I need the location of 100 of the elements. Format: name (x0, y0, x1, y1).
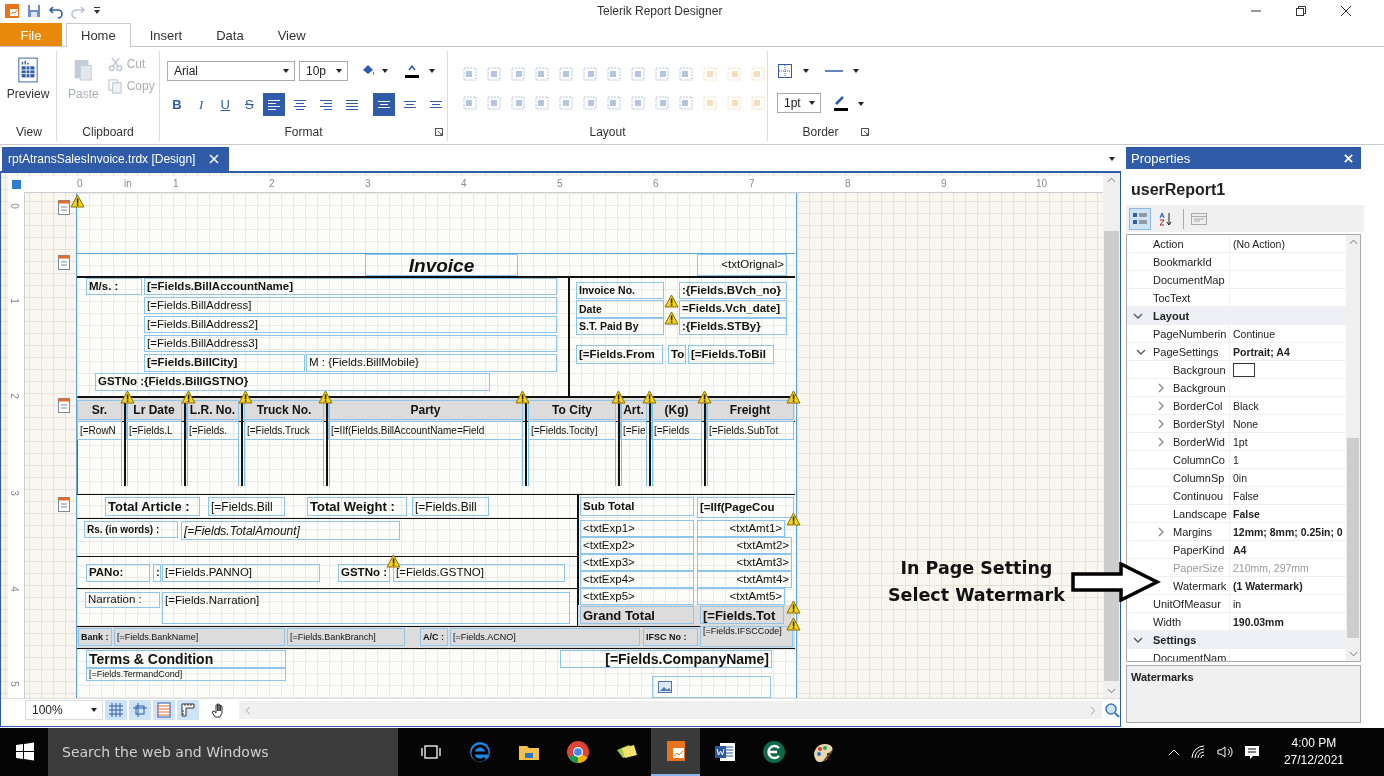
report-field[interactable]: S.T. Paid By (576, 318, 664, 335)
report-field[interactable]: Grand Total (580, 606, 694, 624)
report-field[interactable]: <txtAmt5> (697, 588, 785, 605)
report-field[interactable]: <txtOrignal> (697, 254, 787, 276)
property-value[interactable]: (No Action) (1230, 237, 1285, 250)
dialog-launcher-icon[interactable] (435, 128, 443, 136)
bands-toggle[interactable] (153, 700, 175, 720)
band-icon[interactable] (58, 398, 70, 413)
warning-icon[interactable] (786, 512, 801, 526)
font-color-icon[interactable] (402, 62, 438, 80)
detail-field[interactable]: [=Fields.SubTot (706, 421, 794, 440)
detail-field[interactable]: [=Fields. (186, 421, 239, 440)
report-field[interactable]: [=Fields.Narration] (162, 592, 570, 624)
align-top-button[interactable] (373, 93, 396, 116)
warning-icon[interactable] (318, 390, 333, 404)
property-value[interactable]: Portrait; A4 (1230, 345, 1290, 358)
property-value[interactable]: False (1230, 507, 1260, 520)
property-value[interactable]: None (1230, 417, 1259, 430)
report-field[interactable]: =Fields.Vch_date] (679, 300, 787, 318)
warning-icon[interactable] (386, 554, 401, 568)
report-field[interactable]: PANo: (86, 564, 150, 582)
text-style-button[interactable]: S (239, 93, 260, 116)
report-field[interactable]: [=Fields.BillCity] (144, 354, 305, 372)
ribbon-tab[interactable]: View (262, 23, 321, 46)
report-field[interactable]: [=Fields.BankName] (114, 628, 285, 646)
report-field[interactable]: To (668, 345, 686, 364)
warning-icon[interactable] (664, 294, 679, 308)
warning-icon[interactable] (70, 194, 85, 208)
band-icon[interactable] (58, 200, 70, 215)
report-field[interactable]: <txtExp5> (580, 588, 694, 605)
report-field[interactable]: [=Fields.ToBil (688, 345, 774, 364)
search-icon[interactable] (1104, 702, 1120, 718)
report-field[interactable]: [=Fields.Bill (208, 497, 285, 516)
zoom-combo[interactable]: 100% (25, 700, 103, 720)
wifi-icon[interactable] (1189, 744, 1206, 760)
report-field[interactable]: Invoice No. (576, 282, 664, 299)
report-field[interactable]: : (153, 564, 161, 582)
collapse-chevron-icon[interactable] (1136, 347, 1146, 357)
vertical-scrollbar[interactable] (1346, 235, 1360, 661)
warning-icon[interactable] (786, 600, 801, 614)
property-value[interactable]: 0in (1230, 471, 1247, 484)
report-field[interactable]: Invoice (365, 254, 518, 276)
detail-field[interactable]: [=Fields (651, 421, 702, 440)
report-field[interactable]: M : {Fields.BillMobile} (306, 354, 557, 372)
collapse-chevron-icon[interactable] (1133, 311, 1143, 321)
report-field[interactable]: Rs. (in words) : (84, 521, 178, 538)
font-size-combo[interactable]: 10p (299, 61, 348, 81)
report-field[interactable]: Terms & Condition (86, 650, 286, 668)
property-value[interactable]: False (1230, 489, 1259, 502)
report-taskbar-button[interactable] (651, 728, 700, 776)
document-tab[interactable]: rptAtransSalesInvoice.trdx [Design] (2, 147, 230, 171)
scroll-thumb[interactable] (1104, 230, 1119, 681)
warning-icon[interactable] (786, 390, 801, 404)
report-field[interactable]: [=Fields.PANNO] (162, 564, 320, 582)
report-field[interactable]: [=Fields.Tot (700, 606, 784, 624)
detail-field[interactable]: [=IIf(Fields.BillAccountName=Field (328, 421, 523, 440)
column-header-field[interactable]: Party (328, 400, 523, 420)
rulers-toggle[interactable] (177, 700, 199, 720)
expand-chevron-icon[interactable] (1156, 419, 1166, 429)
picture-box-field[interactable] (652, 676, 771, 698)
clock-time[interactable]: 4:00 PM (1291, 735, 1337, 752)
show-hidden-icons-icon[interactable] (1167, 748, 1180, 756)
property-value[interactable]: 12mm; 8mm; 0.25in; 0 (1230, 525, 1343, 538)
border-width-combo[interactable]: 1pt (777, 93, 821, 113)
dialog-launcher-icon[interactable] (861, 128, 869, 136)
expand-chevron-icon[interactable] (1156, 437, 1166, 447)
report-field[interactable]: <txtAmt1> (697, 520, 785, 537)
color-swatch[interactable] (1233, 362, 1255, 377)
expand-chevron-icon[interactable] (1156, 401, 1166, 411)
report-field[interactable]: [=IIf(PageCou (697, 497, 794, 518)
report-field[interactable]: Sub Total (580, 497, 694, 516)
ribbon-tab[interactable]: Home (66, 23, 131, 47)
caret-icon[interactable] (1108, 155, 1116, 163)
report-field[interactable]: <txtExp4> (580, 571, 694, 588)
report-field[interactable]: Bank : (78, 628, 112, 646)
volume-icon[interactable] (1215, 744, 1234, 760)
report-field[interactable]: [=Fields.GSTNO] (393, 564, 565, 582)
warning-icon[interactable] (238, 390, 253, 404)
text-style-button[interactable]: U (215, 93, 236, 116)
warning-icon[interactable] (642, 390, 657, 404)
customize-caret-icon[interactable] (92, 6, 102, 16)
report-field[interactable]: GSTNo : (338, 564, 390, 582)
report-field[interactable]: GSTNo :{Fields.BillGSTNO} (95, 373, 490, 391)
preview-button[interactable]: Preview (0, 51, 56, 103)
report-field[interactable]: <txtExp2> (580, 537, 694, 554)
maximize-icon[interactable] (1295, 5, 1307, 17)
report-field[interactable]: Total Weight : (307, 497, 407, 516)
property-value[interactable]: in (1230, 597, 1242, 610)
grid-toggle[interactable] (105, 700, 127, 720)
report-field[interactable]: [=Fields.BankBranch] (287, 628, 405, 646)
clock-date[interactable]: 27/12/2021 (1283, 752, 1344, 769)
property-value[interactable]: (1 Watermark) (1230, 579, 1303, 592)
report-field[interactable]: [=Fields.BillAddress3] (144, 335, 557, 352)
property-value[interactable]: 1 (1230, 453, 1239, 466)
column-header-field[interactable]: Lr Date (126, 400, 182, 420)
detail-field[interactable]: [=Fields.Truck (244, 421, 324, 440)
report-field[interactable]: [=Fields.From (576, 345, 663, 364)
column-header-field[interactable]: Sr. (77, 400, 122, 420)
report-field[interactable]: [=Fields.TermandCond] (86, 668, 286, 681)
report-field[interactable]: [=Fields.BillAddress] (144, 297, 557, 314)
